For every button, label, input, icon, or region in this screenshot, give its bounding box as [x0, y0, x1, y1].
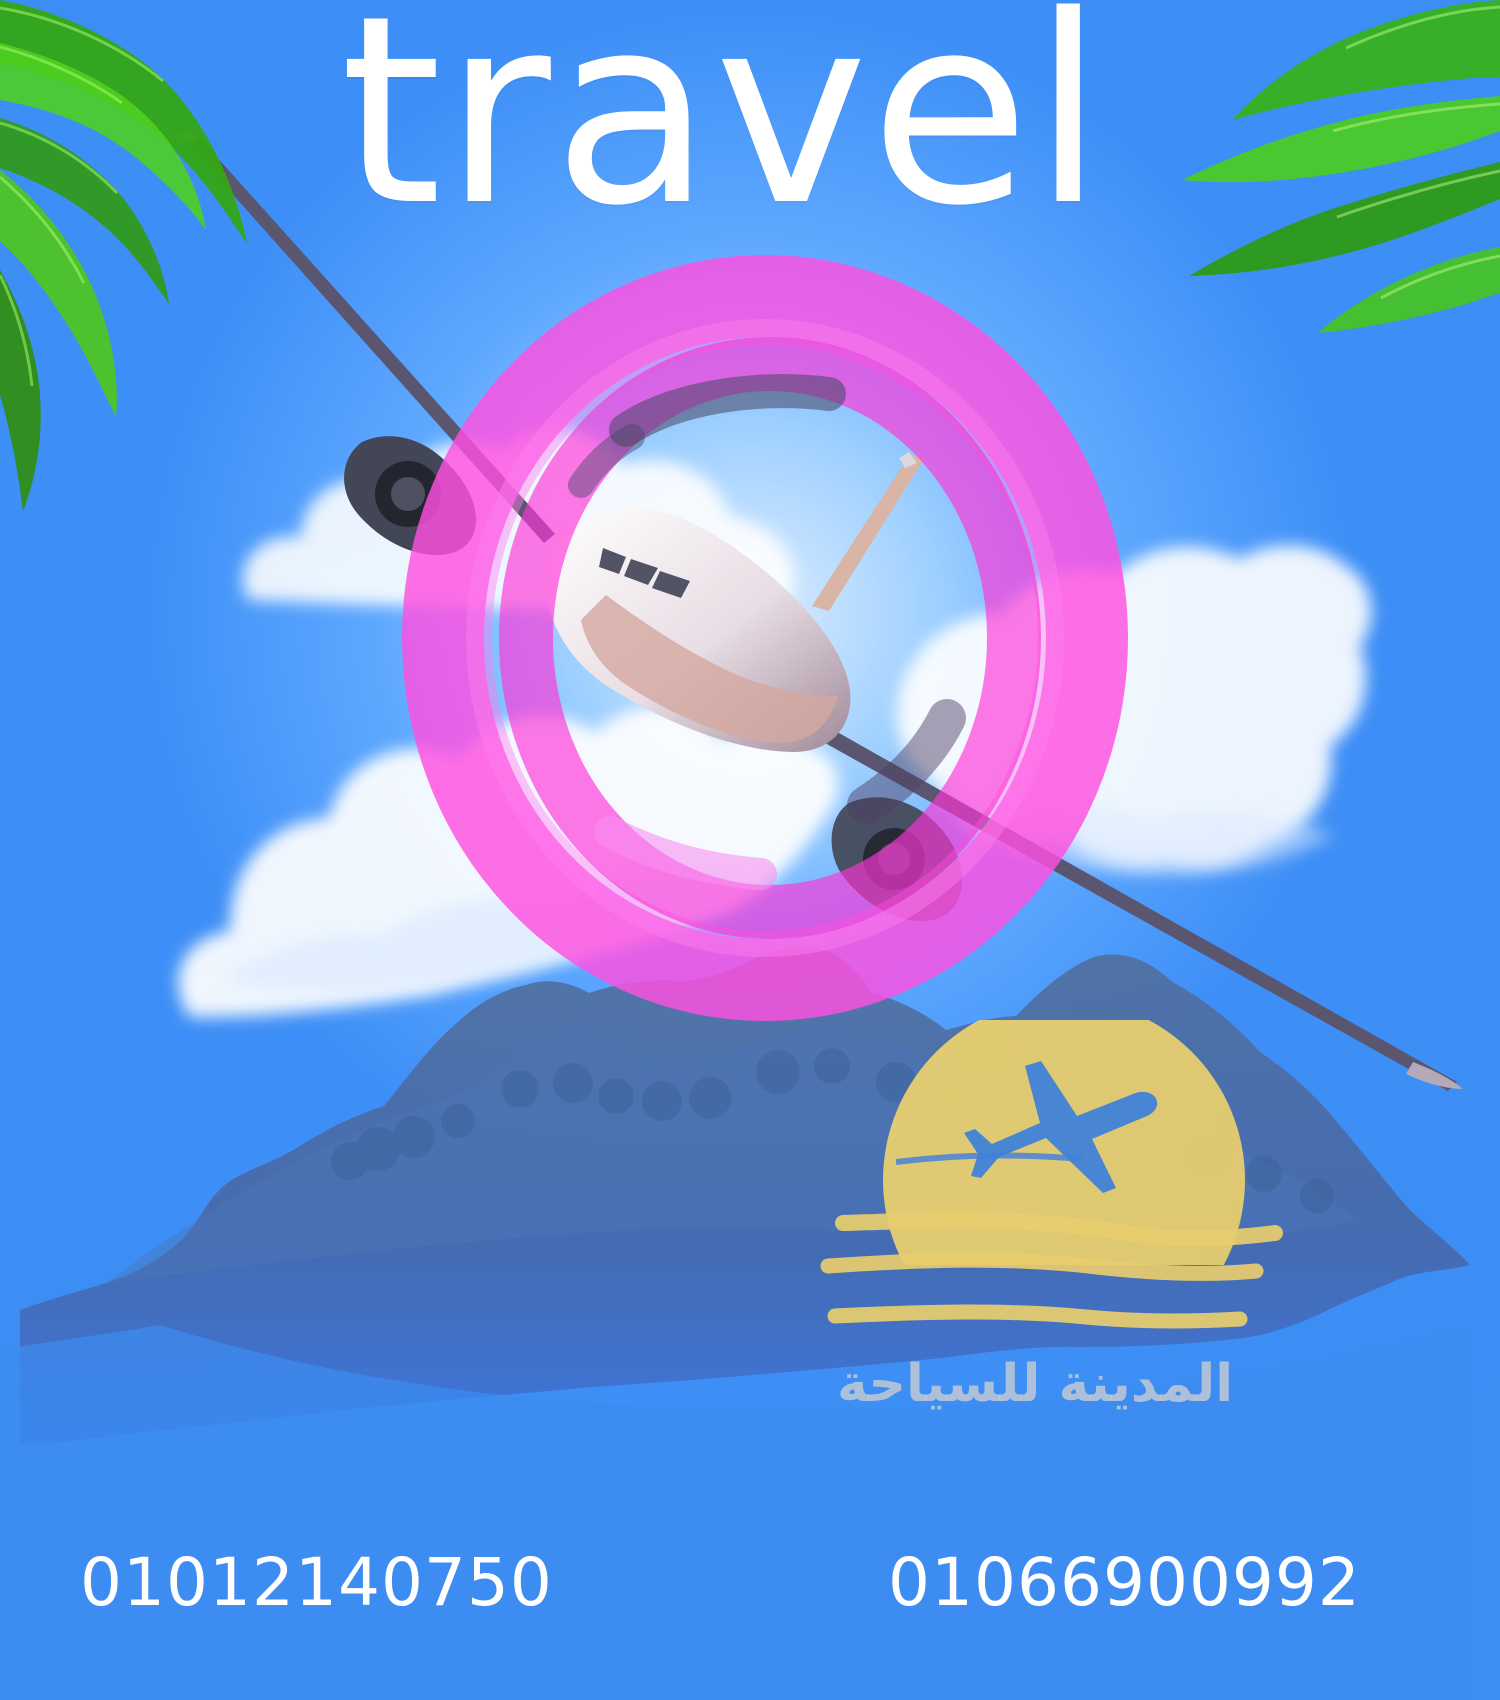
brand-name: المدينة للسياحة — [836, 1354, 1234, 1414]
travel-title: travel — [340, 0, 1107, 263]
palm-leaves-left — [0, 0, 247, 511]
phone-number-right: 01066900992 — [888, 1544, 1361, 1621]
palm-leaves-right — [1182, 0, 1500, 333]
travel-poster: travel المدينة للسياحة 01012140750 01066… — [0, 0, 1500, 1700]
phone-number-left: 01012140750 — [80, 1544, 553, 1621]
